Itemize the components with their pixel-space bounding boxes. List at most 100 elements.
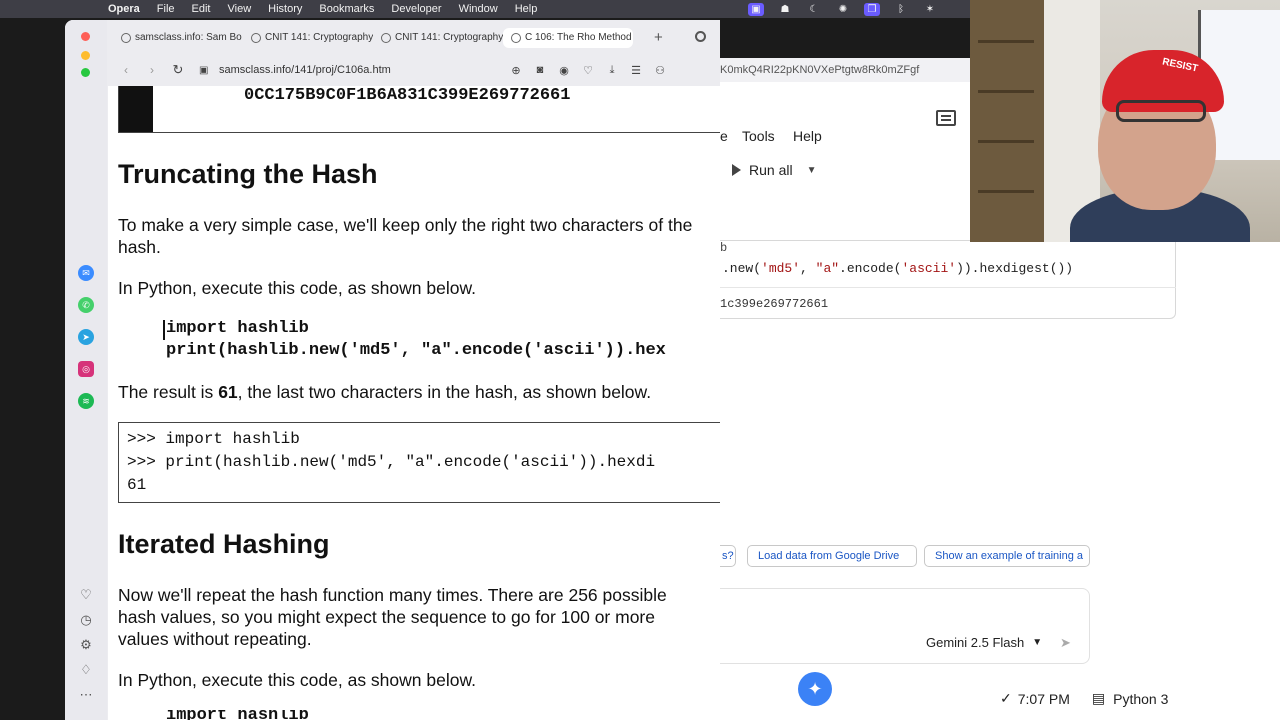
tab-label: CNIT 141: Cryptography [265, 32, 373, 43]
code-line-cutoff: import hashlib [166, 710, 366, 720]
send-icon[interactable]: ➤ [1060, 635, 1071, 651]
paragraph-intro: To make a very simple case, we'll keep o… [118, 215, 693, 257]
gemini-star-icon[interactable]: ✦ [798, 672, 832, 706]
telegram-icon[interactable]: ➤ [78, 329, 94, 345]
instagram-icon[interactable]: ◎ [78, 361, 94, 377]
run-all-label: Run all [749, 162, 793, 178]
minimize-window-button[interactable] [81, 51, 90, 60]
menu-opera[interactable]: Opera [108, 3, 140, 15]
terminal-line: >>> import hashlib [127, 430, 300, 448]
check-icon: ✓ [1000, 690, 1012, 706]
profile-icon[interactable]: ⚇ [648, 64, 672, 77]
vpn-shield-icon[interactable]: ◉ [552, 64, 576, 77]
window-switch-icon[interactable]: ❐ [864, 2, 880, 16]
play-icon [732, 164, 741, 176]
cat-icon[interactable]: ☗ [777, 3, 793, 16]
tab-favicon [381, 33, 391, 43]
heart-icon[interactable]: ♡ [78, 587, 94, 603]
colab-menu-tools[interactable]: Tools [742, 128, 775, 144]
back-button[interactable]: ‹ [113, 63, 139, 77]
menubar-tray: ▣ ☗ ☾ ✺ ❐ ᛒ ✶ [748, 0, 951, 18]
terminal-output-box: >>> import hashlib >>> print(hashlib.new… [118, 422, 720, 503]
screen-record-icon[interactable]: ▣ [748, 2, 764, 16]
download-icon[interactable]: ⤓ [600, 64, 624, 77]
menu-edit[interactable]: Edit [192, 3, 211, 15]
web-page-content: 0CC175B9C0F1B6A831C399E269772661 Truncat… [108, 86, 720, 720]
messenger-icon[interactable]: ✉ [78, 265, 94, 281]
reload-icon[interactable]: ↻ [165, 62, 191, 78]
close-window-button[interactable] [81, 32, 90, 41]
tab-search-icon[interactable] [695, 31, 706, 42]
cell-code[interactable]: .new('md5', "a".encode('ascii')).hexdige… [722, 261, 1073, 276]
menu-view[interactable]: View [228, 3, 252, 15]
result-text: , the last two characters in the hash, a… [237, 382, 652, 402]
model-label: Gemini 2.5 Flash [926, 635, 1025, 650]
suggestion-chip-load-data[interactable]: Load data from Google Drive [747, 545, 917, 567]
webcam-overlay: RESIST [970, 0, 1280, 242]
url-field[interactable]: samsclass.info/141/proj/C106a.htm [219, 64, 504, 76]
opera-sidebar: ✉ ✆ ➤ ◎ ≋ ♡ ◷ ⚙ ♢ ⋯ [65, 20, 107, 720]
bluetooth-icon[interactable]: ᛒ [893, 3, 909, 16]
more-options-icon[interactable]: ⋯ [78, 687, 94, 703]
suggestion-chip-partial[interactable]: s? [718, 545, 736, 567]
paragraph-execute-2: In Python, execute this code, as shown b… [118, 670, 476, 690]
terminal-line: >>> print(hashlib.new('md5', "a".encode(… [127, 453, 656, 471]
colab-menu-help[interactable]: Help [793, 128, 822, 144]
runtime-icon: ▤ [1091, 690, 1106, 706]
bookshelf [970, 0, 1044, 242]
menu-history[interactable]: History [268, 3, 302, 15]
toolbar-icons: ⊕ ◙ ◉ ♡ ⤓ ☰ ⚇ [504, 64, 672, 77]
text-cursor [163, 320, 165, 340]
comment-icon[interactable] [936, 110, 956, 126]
glasses [1116, 100, 1206, 122]
chevron-down-icon[interactable]: ▼ [807, 165, 817, 176]
personalize-icon[interactable]: ♢ [78, 662, 94, 678]
moon-icon[interactable]: ☾ [806, 3, 822, 16]
cell-output: 1c399e269772661 [720, 297, 829, 311]
result-value: 61 [218, 382, 238, 402]
hash-box-dark-strip [119, 86, 153, 132]
forward-button[interactable]: › [139, 63, 165, 77]
bookmark-heart-icon[interactable]: ♡ [576, 64, 600, 77]
menu-window[interactable]: Window [459, 3, 498, 15]
new-tab-button[interactable]: + [654, 29, 663, 46]
zoom-window-button[interactable] [81, 68, 90, 77]
code-cell[interactable]: b .new('md5', "a".encode('ascii')).hexdi… [718, 240, 1176, 319]
menu-file[interactable]: File [157, 3, 175, 15]
code-token: , [800, 261, 816, 276]
colab-menu-partial[interactable]: e [720, 128, 728, 144]
sun-icon[interactable]: ✺ [835, 3, 851, 16]
paragraph-iterated: Now we'll repeat the hash function many … [118, 585, 667, 649]
desktop: Opera File Edit View History Bookmarks D… [0, 0, 1280, 720]
lock-icon[interactable]: ▣ [199, 65, 215, 76]
tab-cnit141-a[interactable]: CNIT 141: Cryptography [243, 28, 373, 48]
cell-partial-text: b [720, 241, 728, 255]
settings-gear-icon[interactable]: ⚙ [78, 637, 94, 653]
tab-rho-method[interactable]: C 106: The Rho Method [503, 28, 633, 48]
menu-developer[interactable]: Developer [391, 3, 441, 15]
camera-icon[interactable]: ◙ [528, 64, 552, 77]
heading-iterated-hashing: Iterated Hashing [118, 529, 330, 559]
tab-favicon [511, 33, 521, 43]
code-token: .new( [722, 261, 762, 276]
paragraph-result: The result is 61, the last two character… [118, 381, 708, 403]
gemini-input-box[interactable]: Gemini 2.5 Flash ▼ ➤ [718, 588, 1090, 664]
status-time: 7:07 PM [1017, 690, 1070, 707]
cell-divider [718, 287, 1176, 288]
tab-label: samsclass.info: Sam Bo [135, 32, 242, 43]
menu-help[interactable]: Help [515, 3, 538, 15]
menu-bookmarks[interactable]: Bookmarks [319, 3, 374, 15]
colab-status-bar: ✓ 7:07 PM ▤ Python 3 [1000, 690, 1168, 707]
sparkle-icon[interactable]: ✶ [922, 3, 938, 16]
tab-samsclass[interactable]: samsclass.info: Sam Bo [113, 28, 243, 48]
suggestion-chip-training-example[interactable]: Show an example of training a [924, 545, 1090, 567]
zoom-icon[interactable]: ⊕ [504, 64, 528, 77]
whatsapp-icon[interactable]: ✆ [78, 297, 94, 313]
run-all-button[interactable]: Run all ▼ [732, 162, 817, 178]
history-clock-icon[interactable]: ◷ [78, 612, 94, 628]
tab-cnit141-b[interactable]: CNIT 141: Cryptography [373, 28, 503, 48]
spotify-icon[interactable]: ≋ [78, 393, 94, 409]
status-runtime[interactable]: Python 3 [1113, 691, 1168, 707]
model-selector[interactable]: Gemini 2.5 Flash ▼ [926, 635, 1042, 650]
easy-setup-icon[interactable]: ☰ [624, 64, 648, 77]
